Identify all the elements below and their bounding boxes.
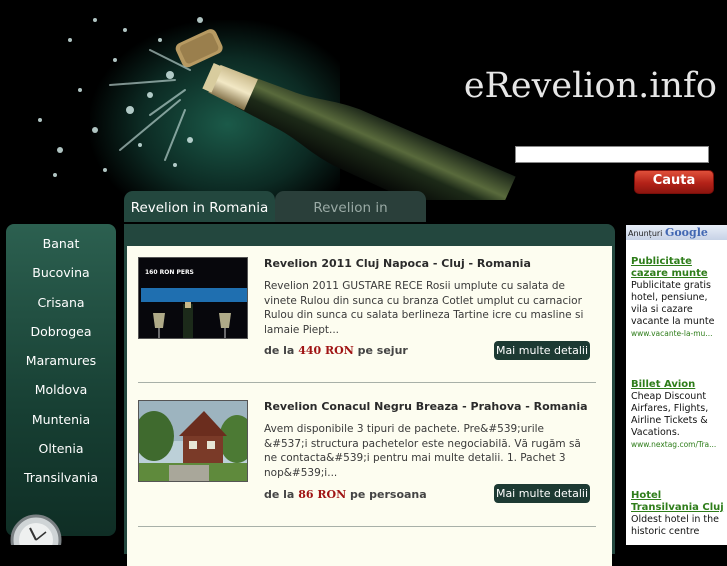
ad-text: Oldest hotel in the historic centre: [631, 514, 720, 537]
sidebar-item-maramures[interactable]: Maramures: [6, 348, 116, 377]
ad-title[interactable]: Billet Avion: [631, 379, 726, 391]
tab-revelion-in-strainatate[interactable]: Revelion in Strainatate: [275, 191, 426, 222]
price-prefix: de la: [264, 344, 295, 357]
ad-item: Publicitate cazare munte Publicitate gra…: [631, 256, 726, 339]
google-logo: Google: [664, 226, 708, 239]
region-list: Banat Bucovina Crisana Dobrogea Maramure…: [6, 224, 116, 495]
sidebar-item-banat[interactable]: Banat: [6, 231, 116, 260]
sidebar-item-muntenia[interactable]: Muntenia: [6, 407, 116, 436]
listing-description: Avem disponibile 3 tipuri de pachete. Pr…: [264, 423, 581, 479]
sidebar-item-crisana[interactable]: Crisana: [6, 290, 116, 319]
listing-item: Revelion Conacul Negru Breaza - Prahova …: [138, 400, 596, 520]
champagne-bottle-image: [38, 17, 516, 200]
listing-title[interactable]: Revelion 2011 Cluj Napoca - Cluj - Roman…: [264, 257, 600, 270]
listing-divider: [138, 526, 596, 527]
listing-divider: [138, 382, 596, 383]
listings-area: 160 RON PERS Revelion 2011 Cluj Napoca -…: [127, 246, 612, 566]
ads-header[interactable]: Anunțuri Google: [626, 225, 727, 240]
price-amount: 86 RON: [298, 488, 347, 501]
price-prefix: de la: [264, 488, 295, 501]
ad-text: Cheap Discount Airfares, Flights, Airlin…: [631, 391, 709, 438]
listing-description: Revelion 2011 GUSTARE RECE Rosii umplute…: [264, 280, 584, 336]
listing-price: de la 86 RON pe persoana: [264, 488, 464, 501]
champagne-glasses-image: 160 RON PERS: [139, 258, 247, 338]
price-suffix: pe sejur: [357, 344, 408, 357]
sidebar-item-moldova[interactable]: Moldova: [6, 377, 116, 406]
sidebar-item-dobrogea[interactable]: Dobrogea: [6, 319, 116, 348]
price-amount: 440 RON: [298, 344, 354, 357]
site-title[interactable]: eRevelion.info: [464, 66, 717, 106]
tab-revelion-in-romania[interactable]: Revelion in Romania: [124, 191, 275, 222]
ad-title[interactable]: Publicitate cazare munte: [631, 256, 726, 280]
region-sidebar: Banat Bucovina Crisana Dobrogea Maramure…: [6, 224, 116, 536]
google-ads-panel: Anunțuri Google Publicitate cazare munte…: [626, 225, 727, 545]
more-details-button[interactable]: Mai multe detalii: [494, 484, 590, 503]
ad-url[interactable]: www.vacante-la-mu...: [631, 328, 726, 339]
ad-item: Hotel Transilvania Cluj Oldest hotel in …: [631, 490, 726, 538]
house-image: [139, 401, 247, 481]
price-suffix: pe persoana: [349, 488, 427, 501]
search-input[interactable]: [515, 146, 709, 163]
listing-price: de la 440 RON pe sejur: [264, 344, 464, 357]
sidebar-item-transilvania[interactable]: Transilvania: [6, 465, 116, 494]
ad-text: Publicitate gratis hotel, pensiune, vila…: [631, 280, 715, 327]
ad-title[interactable]: Hotel Transilvania Cluj: [631, 490, 726, 514]
listing-item: 160 RON PERS Revelion 2011 Cluj Napoca -…: [138, 257, 596, 377]
main-panel: 160 RON PERS Revelion 2011 Cluj Napoca -…: [124, 224, 615, 566]
thumb-caption: 160 RON PERS: [145, 269, 194, 276]
clock-decoration-image: [10, 514, 62, 545]
listing-thumbnail[interactable]: [138, 400, 248, 482]
ad-url[interactable]: www.nextag.com/Tra...: [631, 439, 726, 450]
ad-item: Billet Avion Cheap Discount Airfares, Fl…: [631, 379, 726, 450]
site-header: eRevelion.info Cauta Revelion in Romania…: [0, 0, 727, 222]
search-button[interactable]: Cauta: [634, 170, 714, 194]
ads-header-label: Anunțuri: [628, 229, 663, 238]
listing-title[interactable]: Revelion Conacul Negru Breaza - Prahova …: [264, 400, 600, 413]
sidebar-item-oltenia[interactable]: Oltenia: [6, 436, 116, 465]
more-details-button[interactable]: Mai multe detalii: [494, 341, 590, 360]
listing-thumbnail[interactable]: 160 RON PERS: [138, 257, 248, 339]
sidebar-item-bucovina[interactable]: Bucovina: [6, 260, 116, 289]
